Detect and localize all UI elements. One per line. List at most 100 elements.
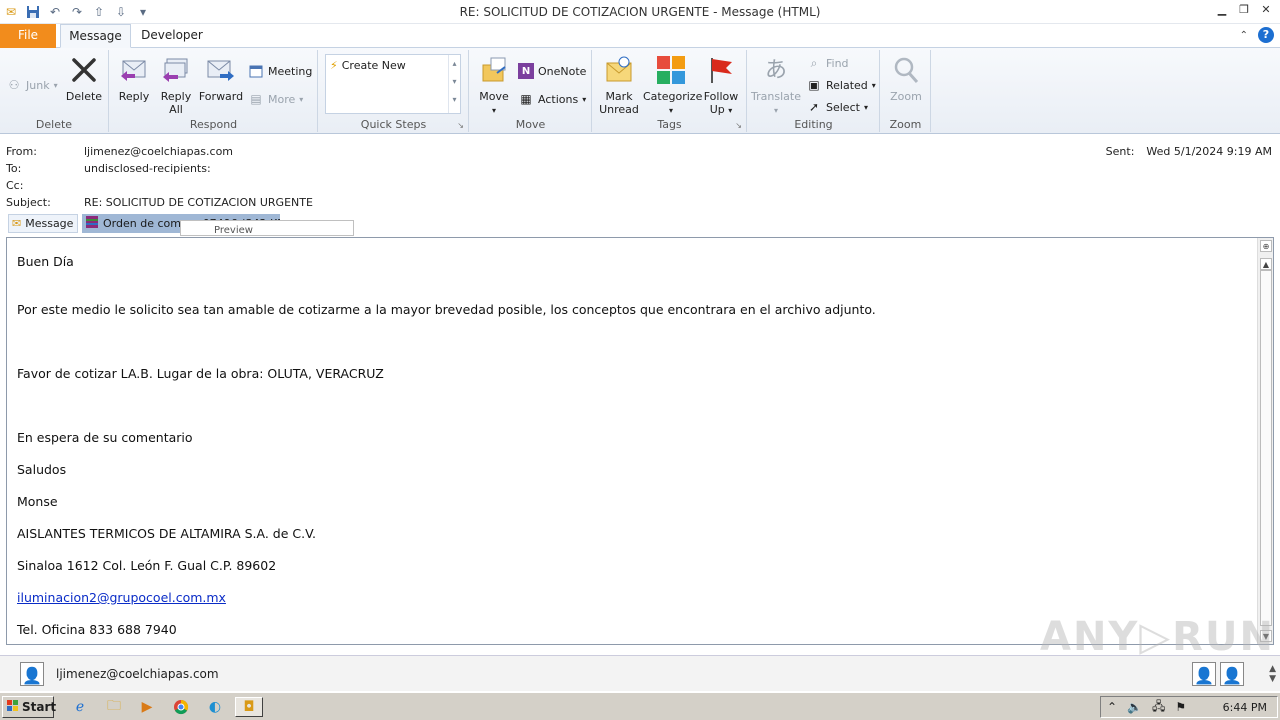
edge-icon[interactable]: ◐ [205, 697, 225, 717]
scroll-up-icon[interactable]: ▲ [1260, 258, 1272, 270]
delete-group-label: Delete [35, 118, 73, 131]
reply-all-button[interactable]: Reply All [156, 54, 196, 116]
email-link[interactable]: iluminacion2@grupocoel.com.mx [17, 590, 226, 605]
tab-message[interactable]: Message [60, 24, 131, 48]
message-header: From: ljimenez@coelchiapas.com To: undiscl… [0, 134, 1280, 213]
network-icon[interactable]: 🖧 [1152, 697, 1165, 718]
ribbon: ⚇ Junk ▾ Delete Delete Reply Reply All F… [0, 48, 1280, 134]
tray-expand-icon[interactable]: ⌃ [1107, 700, 1117, 714]
to-value: undisclosed-recipients: [84, 162, 211, 175]
reply-icon [118, 54, 150, 86]
contact-avatar[interactable]: 👤 [1220, 662, 1244, 686]
tab-file[interactable]: File [0, 24, 56, 48]
window-controls: ▁ ❐ ✕ [1214, 2, 1274, 18]
file-explorer-icon[interactable]: 🗀 [104, 697, 124, 717]
body-scrollbar[interactable]: ⊕ ▲ ▼ [1257, 238, 1273, 644]
zoom-group-label: Zoom [889, 118, 922, 131]
forward-icon [205, 54, 237, 86]
junk-icon: ⚇ [8, 78, 20, 92]
select-button[interactable]: ➚ Select ▾ [806, 98, 868, 116]
body-line-7: Sinaloa 1612 Col. León F. Gual C.P. 8960… [17, 558, 277, 573]
volume-icon[interactable]: 🔈 [1127, 700, 1142, 714]
magnifier-icon [890, 54, 922, 86]
move-group: Move ▾ N OneNote ▦ Actions ▾ Move [470, 50, 592, 132]
categorize-button[interactable]: Categorize ▾ [643, 54, 702, 117]
tab-developer[interactable]: Developer [136, 24, 208, 48]
lightning-icon: ⚡ [330, 59, 338, 72]
tags-group: Mark Unread Categorize ▾ Follow Up ▾ Tag… [593, 50, 747, 132]
meeting-button[interactable]: Meeting [248, 62, 312, 80]
subject-row: Subject: RE: SOLICITUD DE COTIZACION URGE… [6, 196, 313, 209]
binoculars-icon: ⌕ [810, 55, 818, 70]
mark-unread-button[interactable]: Mark Unread [597, 54, 641, 116]
to-row: To: undisclosed-recipients: [6, 162, 211, 175]
quick-steps-gallery: ⚡ Create New ▴ ▾ ▾ [325, 54, 461, 114]
restore-icon[interactable]: ❐ [1236, 2, 1252, 18]
body-line-6: AISLANTES TERMICOS DE ALTAMIRA S.A. de C… [17, 526, 317, 541]
reply-button[interactable]: Reply [116, 54, 152, 103]
archive-file-icon [85, 215, 99, 232]
body-greeting: Buen Día [17, 254, 74, 269]
translate-icon: あ [764, 57, 787, 83]
cc-row: Cc: [6, 179, 24, 192]
respond-group: Reply Reply All Forward Meeting ▤ More ▾ [110, 50, 318, 132]
chevron-down-icon: ▾ [728, 106, 733, 115]
actions-button[interactable]: ▦ Actions ▾ [518, 90, 586, 108]
translate-button[interactable]: あ Translate ▾ [750, 54, 802, 117]
media-player-icon[interactable]: ▶ [137, 697, 157, 717]
scroll-thumb[interactable] [1260, 270, 1272, 626]
chevron-down-icon: ▾ [491, 106, 496, 115]
outlook-taskbar-icon[interactable]: ◘ [235, 697, 263, 717]
people-pane-toggle[interactable]: ▲ ▼ [1269, 664, 1276, 684]
message-tab-button[interactable]: ✉ Message [8, 214, 78, 233]
help-icon[interactable]: ? [1258, 27, 1274, 43]
delete-button[interactable]: Delete [64, 54, 104, 103]
collapse-ribbon-icon[interactable]: ⌃ [1240, 30, 1248, 41]
tags-group-label: Tags [657, 118, 682, 131]
taskbar: Start ℯ 🗀 ▶ ◐ ◘ ⌃ 🔈 🖧 ⚑ 6:44 PM [0, 692, 1280, 720]
create-new-quick-step[interactable]: ⚡ Create New [330, 59, 406, 72]
onenote-button[interactable]: N OneNote [518, 62, 586, 80]
window-title: RE: SOLICITUD DE COTIZACION URGENTE - Me… [459, 5, 821, 19]
flag-icon[interactable]: ⚑ [1175, 700, 1186, 714]
follow-up-flag-icon [705, 54, 737, 86]
internet-explorer-icon[interactable]: ℯ [70, 697, 90, 717]
ribbon-tabs: File Message Developer ⌃ ? [0, 24, 1280, 48]
zoom-button[interactable]: Zoom [885, 54, 927, 103]
close-icon[interactable]: ✕ [1258, 2, 1274, 18]
message-body[interactable]: Buen Día Por este medio le solicito sea … [6, 237, 1274, 645]
person-icon: 👤 [1194, 666, 1214, 685]
dialog-launcher-icon[interactable]: ↘ [457, 121, 464, 130]
people-pane-email[interactable]: ljimenez@coelchiapas.com [56, 667, 219, 681]
attachment-context-popup[interactable]: Preview [180, 220, 354, 236]
system-tray: ⌃ 🔈 🖧 ⚑ 6:44 PM [1100, 696, 1278, 718]
follow-up-button[interactable]: Follow Up ▾ [701, 54, 741, 117]
editing-group-label: Editing [794, 118, 833, 131]
sender-avatar[interactable]: 👤 [20, 662, 44, 686]
windows-logo-icon [6, 699, 20, 716]
minimize-icon[interactable]: ▁ [1214, 2, 1230, 18]
move-group-label: Move [515, 118, 546, 131]
body-line-5: Monse [17, 494, 58, 509]
editing-group: あ Translate ▾ ⌕ Find ▣ Related ▾ ➚ Selec… [748, 50, 880, 132]
onenote-icon: N [518, 63, 534, 79]
sent-row: Sent: Wed 5/1/2024 9:19 AM [1105, 145, 1272, 158]
zoom-fit-icon[interactable]: ⊕ [1260, 240, 1272, 252]
start-button[interactable]: Start [2, 696, 56, 718]
cursor-icon: ➚ [808, 100, 820, 114]
junk-button[interactable]: ⚇ Junk ▾ [6, 76, 58, 94]
clock: 6:44 PM [1222, 700, 1267, 714]
reply-all-icon [160, 54, 192, 86]
forward-button[interactable]: Forward [198, 54, 244, 103]
more-button[interactable]: ▤ More ▾ [248, 90, 303, 108]
contact-avatar[interactable]: 👤 [1192, 662, 1216, 686]
related-button[interactable]: ▣ Related ▾ [806, 76, 875, 94]
respond-group-label: Respond [189, 118, 238, 131]
quick-steps-scroll[interactable]: ▴ ▾ ▾ [448, 55, 460, 113]
find-button[interactable]: ⌕ Find [806, 54, 849, 72]
chevron-down-icon: ▾ [53, 80, 58, 90]
move-button[interactable]: Move ▾ [474, 54, 514, 117]
chrome-icon[interactable] [171, 697, 191, 717]
dialog-launcher-icon[interactable]: ↘ [735, 121, 742, 130]
from-value[interactable]: ljimenez@coelchiapas.com [84, 145, 233, 158]
